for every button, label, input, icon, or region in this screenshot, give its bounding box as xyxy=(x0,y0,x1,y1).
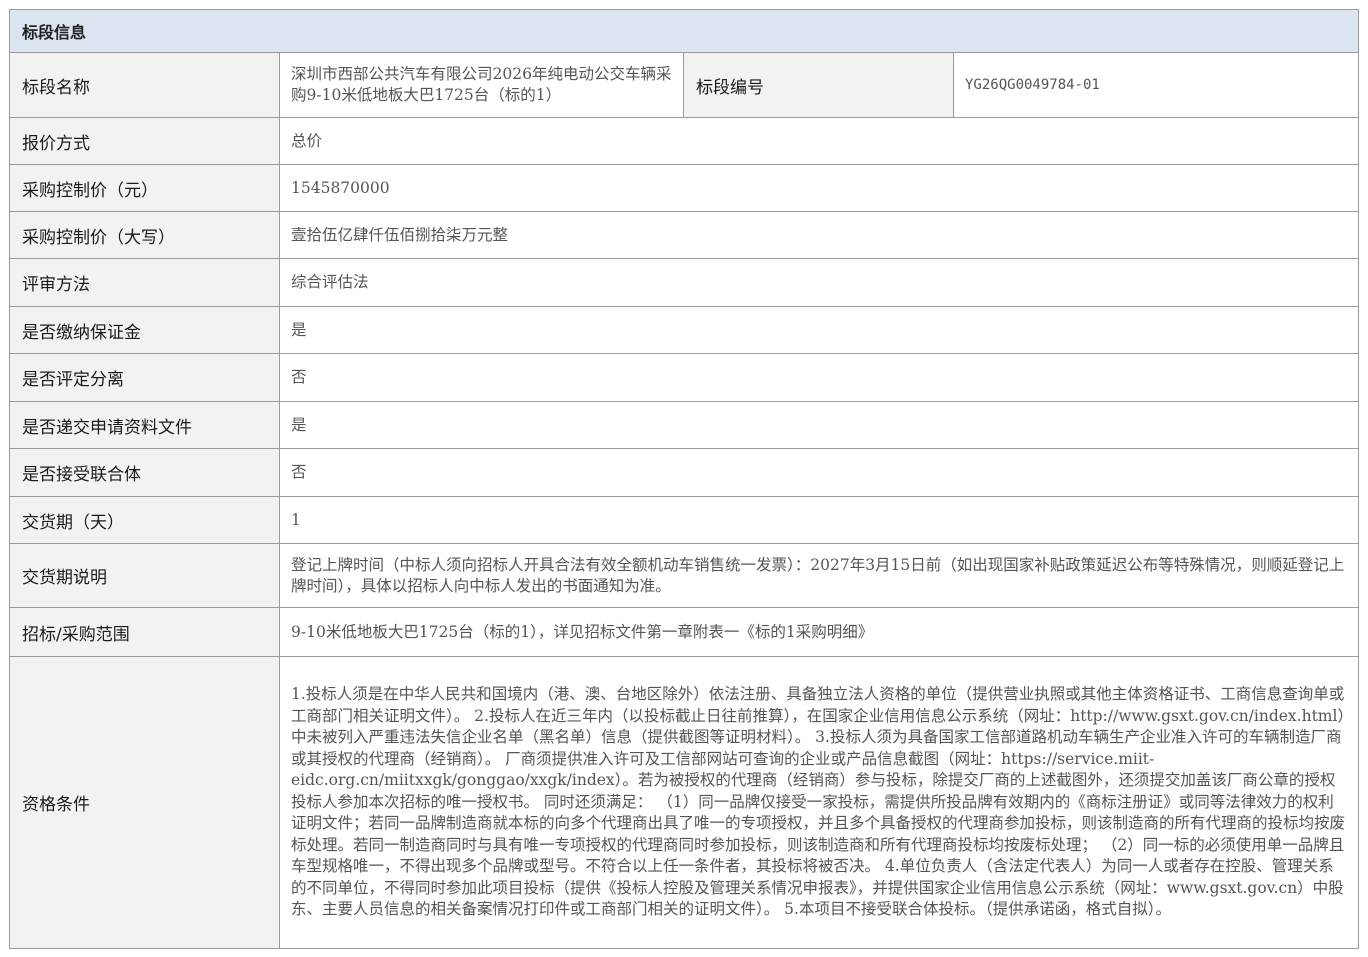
table-row: 是否缴纳保证金 是 xyxy=(9,306,1360,354)
field-value: YG26QG0049784-01 xyxy=(952,52,1360,118)
field-value: 是 xyxy=(278,306,1360,354)
field-label: 是否评定分离 xyxy=(9,353,280,402)
bid-section-info-panel: 标段信息 标段名称 深圳市西部公共汽车有限公司2026年纯电动公交车辆采购9-1… xyxy=(8,9,1360,949)
field-value: 否 xyxy=(278,448,1360,497)
table-row: 标段名称 深圳市西部公共汽车有限公司2026年纯电动公交车辆采购9-10米低地板… xyxy=(9,52,1360,118)
field-value: 壹拾伍亿肆仟伍佰捌拾柒万元整 xyxy=(278,211,1360,259)
bid-section-table: 标段信息 标段名称 深圳市西部公共汽车有限公司2026年纯电动公交车辆采购9-1… xyxy=(8,9,1360,949)
field-label: 评审方法 xyxy=(9,258,280,307)
field-value: 综合评估法 xyxy=(278,258,1360,307)
table-row: 是否接受联合体 否 xyxy=(9,448,1360,497)
table-row: 交货期（天） 1 xyxy=(9,496,1360,544)
field-value: 深圳市西部公共汽车有限公司2026年纯电动公交车辆采购9-10米低地板大巴172… xyxy=(279,52,684,118)
section-title: 标段信息 xyxy=(8,9,1360,53)
table-row: 评审方法 综合评估法 xyxy=(9,258,1360,307)
field-label: 报价方式 xyxy=(9,117,280,165)
field-value: 9-10米低地板大巴1725台（标的1），详见招标文件第一章附表一《标的1采购明… xyxy=(278,607,1360,657)
table-row: 交货期说明 登记上牌时间（中标人须向招标人开具合法有效全额机动车销售统一发票）：… xyxy=(9,543,1360,608)
section-header-row: 标段信息 xyxy=(8,9,1360,53)
table-row: 是否递交申请资料文件 是 xyxy=(9,401,1360,449)
field-label: 标段编号 xyxy=(683,52,954,118)
table-row: 报价方式 总价 xyxy=(9,117,1360,165)
field-value: 总价 xyxy=(278,117,1360,165)
field-label: 是否递交申请资料文件 xyxy=(9,401,280,449)
table-row: 采购控制价（元） 1545870000 xyxy=(9,164,1360,212)
field-value: 1.投标人须是在中华人民共和国境内（港、澳、台地区除外）依法注册、具备独立法人资… xyxy=(278,656,1360,949)
field-value: 登记上牌时间（中标人须向招标人开具合法有效全额机动车销售统一发票）：2027年3… xyxy=(278,543,1360,608)
field-label: 是否接受联合体 xyxy=(9,448,280,497)
table-row: 是否评定分离 否 xyxy=(9,353,1360,402)
table-row: 采购控制价（大写） 壹拾伍亿肆仟伍佰捌拾柒万元整 xyxy=(9,211,1360,259)
field-label: 采购控制价（大写） xyxy=(9,211,280,259)
field-label: 招标/采购范围 xyxy=(9,607,280,657)
field-label: 标段名称 xyxy=(9,52,280,118)
field-value: 否 xyxy=(278,353,1360,402)
field-value: 1545870000 xyxy=(278,164,1360,212)
field-label: 交货期说明 xyxy=(9,543,280,608)
field-value: 1 xyxy=(278,496,1360,544)
field-label: 交货期（天） xyxy=(9,496,280,544)
field-label: 是否缴纳保证金 xyxy=(9,306,280,354)
table-row: 资格条件 1.投标人须是在中华人民共和国境内（港、澳、台地区除外）依法注册、具备… xyxy=(9,656,1360,949)
field-label: 资格条件 xyxy=(9,656,280,949)
field-label: 采购控制价（元） xyxy=(9,164,280,212)
field-value: 是 xyxy=(278,401,1360,449)
table-row: 招标/采购范围 9-10米低地板大巴1725台（标的1），详见招标文件第一章附表… xyxy=(9,607,1360,657)
